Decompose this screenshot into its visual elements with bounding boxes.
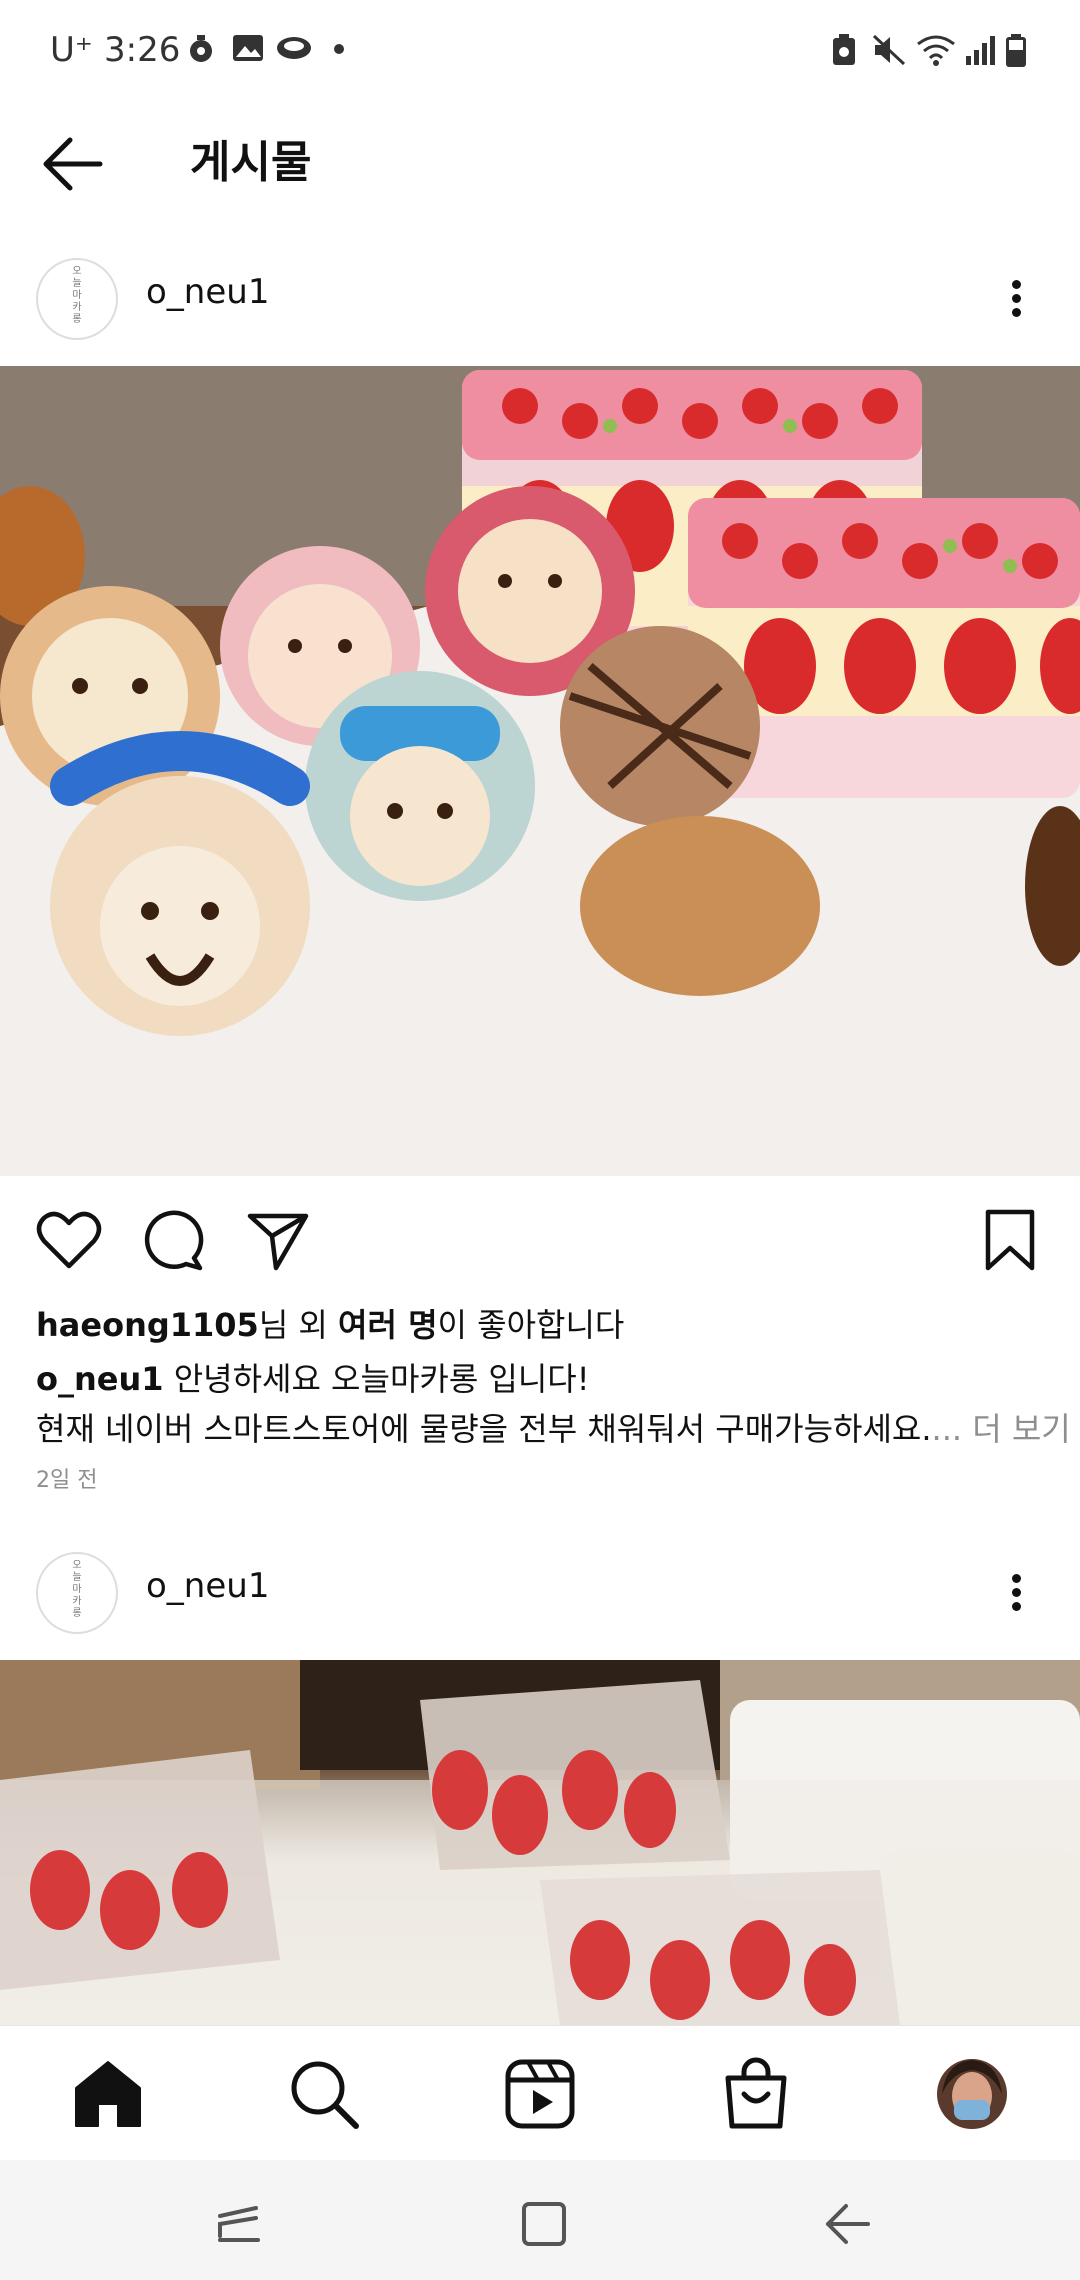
nav-search[interactable] <box>284 2054 364 2134</box>
bookmark-icon <box>985 1209 1035 1271</box>
top-app-bar: 게시물 <box>0 96 1080 232</box>
likes-tail: 이 좋아합니다 <box>437 1306 625 1344</box>
nav-shop[interactable] <box>716 2054 796 2134</box>
arrow-left-icon <box>43 137 103 191</box>
caption-username[interactable]: o_neu1 <box>36 1360 164 1398</box>
gallery-icon <box>233 35 263 61</box>
signal-icon <box>966 36 995 65</box>
battery-saver-icon <box>833 34 855 65</box>
liker-username[interactable]: haeong1105 <box>36 1306 259 1344</box>
post-image[interactable] <box>0 1660 1080 2025</box>
back-icon <box>826 2204 870 2244</box>
more-options-button[interactable] <box>990 1554 1042 1630</box>
recents-button[interactable] <box>210 2196 270 2252</box>
dot-icon <box>334 44 344 54</box>
wifi-icon <box>917 35 955 66</box>
post-header: 오 늘 마 카 롱 o_neu1 <box>0 1524 1080 1660</box>
more-dot-icon <box>1012 1602 1021 1611</box>
profile-avatar <box>937 2059 1007 2129</box>
more-link[interactable]: ... 더 보기 <box>932 1410 1071 1448</box>
page-title: 게시물 <box>190 137 312 188</box>
likes-text[interactable]: haeong1105님 외 여러 명이 좋아합니다 <box>36 1300 624 1346</box>
more-dot-icon <box>1012 308 1021 317</box>
post-image[interactable] <box>0 366 1080 1176</box>
strawberry-photo <box>0 1660 1080 2025</box>
status-time: 3:26 <box>104 30 181 70</box>
more-dot-icon <box>1012 280 1021 289</box>
share-button[interactable] <box>244 1206 314 1276</box>
caption-line: 현재 네이버 스마트스토어에 물량을 전부 채워둬서 구매가능하세요.... 더… <box>36 1404 1071 1450</box>
search-icon <box>291 2061 359 2129</box>
save-button[interactable] <box>976 1206 1046 1276</box>
avatar[interactable]: 오 늘 마 카 롱 <box>36 1552 118 1634</box>
more-dot-icon <box>1012 294 1021 303</box>
likes-many[interactable]: 여러 명 <box>338 1306 437 1344</box>
macaron-photo <box>0 366 1080 1176</box>
likes-mid: 님 외 <box>258 1306 339 1344</box>
carrier-label: U⁺ <box>50 30 93 70</box>
post-actions <box>0 1176 1080 1296</box>
post-header: 오 늘 마 카 롱 o_neu1 <box>0 230 1080 366</box>
heart-icon <box>36 1211 102 1269</box>
comment-button[interactable] <box>138 1206 208 1276</box>
caption-text: 현재 네이버 스마트스토어에 물량을 전부 채워둬서 구매가능하세요. <box>36 1410 932 1448</box>
caption-text: 안녕하세요 오늘마카롱 입니다! <box>163 1360 590 1398</box>
more-dot-icon <box>1012 1574 1021 1583</box>
post-username[interactable]: o_neu1 <box>146 1566 269 1606</box>
nav-home[interactable] <box>68 2054 148 2134</box>
timer-icon <box>190 35 212 62</box>
nav-reels[interactable] <box>500 2054 580 2134</box>
recents-icon <box>218 2206 260 2242</box>
more-dot-icon <box>1012 1588 1021 1597</box>
system-back-button[interactable] <box>818 2196 878 2252</box>
cloud-icon <box>277 37 311 59</box>
reels-icon <box>505 2059 575 2129</box>
avatar-label: 오 늘 마 카 롱 <box>72 266 82 325</box>
more-options-button[interactable] <box>990 260 1042 336</box>
bottom-navigation <box>0 2025 1080 2161</box>
share-icon <box>247 1213 309 1271</box>
shop-icon <box>725 2057 787 2129</box>
post-username[interactable]: o_neu1 <box>146 272 269 312</box>
status-bar: U⁺ 3:26 <box>0 0 1080 96</box>
battery-icon <box>1006 34 1026 67</box>
comment-icon <box>144 1210 204 1271</box>
home-button[interactable] <box>514 2196 574 2252</box>
like-button[interactable] <box>34 1206 104 1276</box>
system-navigation <box>0 2160 1080 2280</box>
home-button-icon <box>522 2202 566 2246</box>
nav-profile[interactable] <box>932 2054 1012 2134</box>
post-timestamp: 2일 전 <box>36 1468 98 1493</box>
home-icon <box>75 2061 141 2127</box>
caption: o_neu1 안녕하세요 오늘마카롱 입니다! <box>36 1354 590 1400</box>
back-button[interactable] <box>30 126 120 202</box>
avatar[interactable]: 오 늘 마 카 롱 <box>36 258 118 340</box>
mute-icon <box>872 34 906 66</box>
avatar-label: 오 늘 마 카 롱 <box>72 1560 82 1619</box>
